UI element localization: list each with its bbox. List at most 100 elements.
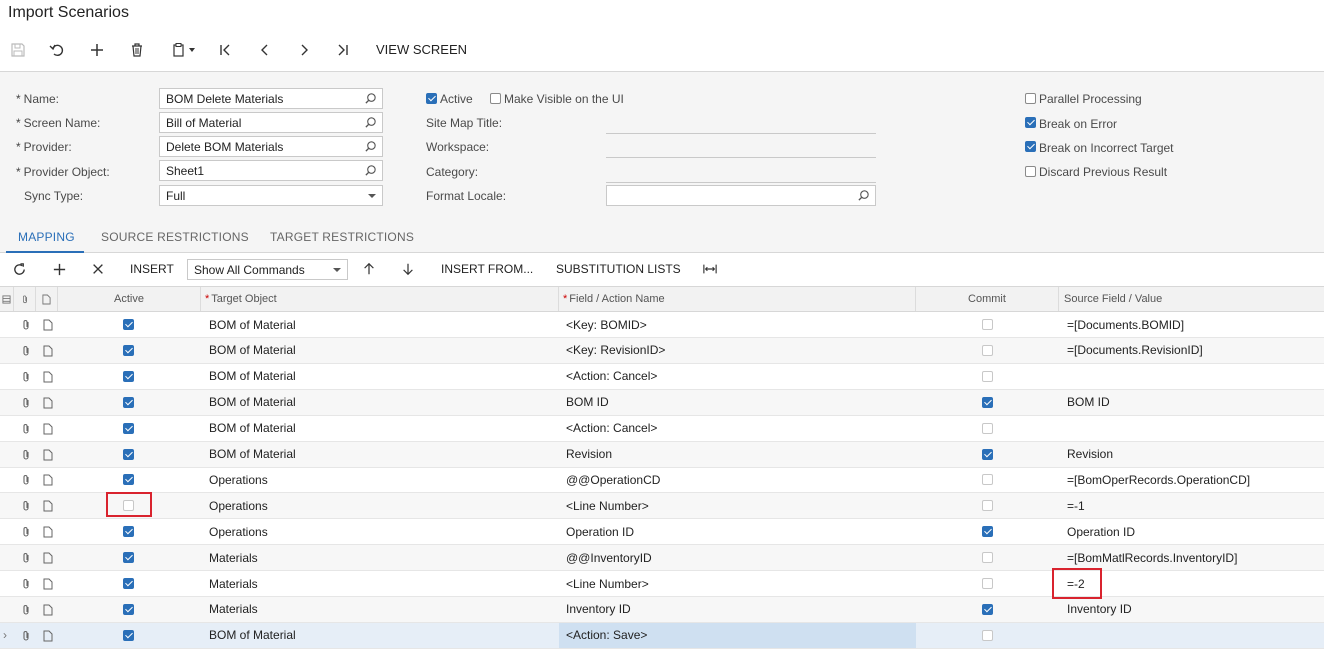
row-commit-checkbox[interactable] <box>982 474 993 486</box>
attachment-icon[interactable] <box>21 474 31 486</box>
row-target-object[interactable]: Operations <box>209 467 554 492</box>
attachment-icon[interactable] <box>21 630 31 642</box>
table-row[interactable]: BOM of Material <Action: Cancel> <box>0 364 1324 390</box>
note-icon[interactable] <box>43 319 53 331</box>
row-field-action[interactable]: Inventory ID <box>559 597 916 622</box>
note-icon[interactable] <box>43 449 53 461</box>
add-icon[interactable] <box>88 36 106 64</box>
workspace-field[interactable] <box>606 157 876 158</box>
note-icon[interactable] <box>43 397 53 409</box>
note-icon[interactable] <box>43 630 53 642</box>
provider-field[interactable]: Delete BOM Materials <box>159 136 383 157</box>
search-icon[interactable] <box>364 164 377 177</box>
attachment-icon[interactable] <box>21 397 31 409</box>
row-active-checkbox[interactable] <box>123 370 134 382</box>
column-field-action[interactable]: * Field / Action Name <box>559 287 916 311</box>
note-icon[interactable] <box>43 552 53 564</box>
break-on-incorrect-target-checkbox[interactable] <box>1025 141 1036 152</box>
row-source-value[interactable]: =-1 <box>1067 493 1322 518</box>
row-target-object[interactable]: Materials <box>209 571 554 596</box>
note-icon[interactable] <box>43 371 53 383</box>
row-source-value[interactable]: Inventory ID <box>1067 597 1322 622</box>
table-row[interactable]: BOM of Material <Action: Cancel> <box>0 416 1324 442</box>
note-icon[interactable] <box>43 474 53 486</box>
undo-icon[interactable] <box>48 36 66 64</box>
table-row[interactable]: Materials Inventory ID Inventory ID <box>0 596 1324 623</box>
column-target-object[interactable]: * Target Object <box>201 287 559 311</box>
add-row-icon[interactable] <box>50 260 68 278</box>
tab-source-restrictions[interactable]: SOURCE RESTRICTIONS <box>101 230 249 244</box>
row-target-object[interactable]: Operations <box>209 519 554 544</box>
row-active-checkbox[interactable] <box>123 474 134 486</box>
attachment-icon[interactable] <box>21 552 31 564</box>
search-icon[interactable] <box>857 189 870 202</box>
row-active-checkbox[interactable] <box>123 629 134 641</box>
column-active[interactable]: Active <box>58 287 201 311</box>
tab-mapping[interactable]: MAPPING <box>18 230 75 244</box>
name-field[interactable]: BOM Delete Materials <box>159 88 383 109</box>
row-commit-checkbox[interactable] <box>982 629 993 641</box>
first-record-icon[interactable] <box>216 36 234 64</box>
table-row[interactable]: Materials @@InventoryID =[BomMatlRecords.I… <box>0 545 1324 572</box>
settings-icon[interactable] <box>0 287 14 311</box>
row-commit-checkbox[interactable] <box>982 370 993 382</box>
attachment-icon[interactable] <box>21 604 31 616</box>
row-field-action[interactable]: @@OperationCD <box>559 467 916 492</box>
delete-icon[interactable] <box>128 36 146 64</box>
substitution-lists-button[interactable]: SUBSTITUTION LISTS <box>556 262 681 276</box>
insert-from-button[interactable]: INSERT FROM... <box>441 262 533 276</box>
row-active-checkbox[interactable] <box>123 448 134 460</box>
row-commit-checkbox[interactable] <box>982 396 993 408</box>
note-icon[interactable] <box>43 604 53 616</box>
last-record-icon[interactable] <box>334 36 352 64</box>
row-target-object[interactable]: Materials <box>209 545 554 570</box>
row-active-checkbox[interactable] <box>123 552 134 564</box>
delete-row-icon[interactable] <box>89 260 107 278</box>
row-field-action[interactable]: Operation ID <box>559 519 916 544</box>
row-commit-checkbox[interactable] <box>982 344 993 356</box>
row-active-checkbox[interactable] <box>123 603 134 615</box>
attachment-icon[interactable] <box>21 319 31 331</box>
row-active-checkbox[interactable] <box>123 344 134 356</box>
screen-name-field[interactable]: Bill of Material <box>159 112 383 133</box>
table-row[interactable]: BOM of Material Revision Revision <box>0 441 1324 468</box>
attachment-icon[interactable] <box>21 449 31 461</box>
row-field-action[interactable]: <Key: BOMID> <box>559 312 916 337</box>
attachment-icon[interactable] <box>21 423 31 435</box>
active-checkbox[interactable] <box>426 93 437 104</box>
prev-record-icon[interactable] <box>256 36 274 64</box>
note-icon[interactable] <box>43 423 53 435</box>
row-target-object[interactable]: BOM of Material <box>209 442 554 467</box>
row-target-object[interactable]: Operations <box>209 493 554 518</box>
table-row[interactable]: Operations @@OperationCD =[BomOperRecords.… <box>0 467 1324 494</box>
note-icon[interactable] <box>43 526 53 538</box>
save-icon[interactable] <box>9 36 27 64</box>
row-commit-checkbox[interactable] <box>982 500 993 512</box>
note-icon[interactable] <box>43 578 53 590</box>
row-source-value[interactable]: =[BomOperRecords.OperationCD] <box>1067 467 1322 492</box>
row-source-value[interactable]: =[Documents.RevisionID] <box>1067 338 1322 363</box>
next-record-icon[interactable] <box>295 36 313 64</box>
row-active-checkbox[interactable] <box>123 578 134 589</box>
row-active-checkbox[interactable] <box>123 396 134 408</box>
attachment-icon[interactable] <box>21 500 31 512</box>
row-commit-checkbox[interactable] <box>982 578 993 589</box>
move-down-icon[interactable] <box>400 260 416 278</box>
row-field-action[interactable]: Revision <box>559 442 916 467</box>
row-field-action[interactable]: <Action: Cancel> <box>559 416 916 441</box>
make-visible-checkbox[interactable] <box>490 93 501 104</box>
table-row[interactable]: BOM of Material BOM ID BOM ID <box>0 389 1324 416</box>
row-active-checkbox[interactable] <box>123 319 134 330</box>
table-row[interactable]: BOM of Material <Key: BOMID> =[Documents.B… <box>0 312 1324 338</box>
format-locale-field[interactable] <box>606 185 876 206</box>
table-row[interactable]: Operations Operation ID Operation ID <box>0 519 1324 546</box>
row-source-value[interactable]: BOM ID <box>1067 390 1322 415</box>
row-target-object[interactable]: Materials <box>209 597 554 622</box>
attachment-icon[interactable] <box>21 578 31 590</box>
row-target-object[interactable]: BOM of Material <box>209 390 554 415</box>
search-icon[interactable] <box>364 92 377 105</box>
row-source-value[interactable]: =-2 <box>1067 571 1322 596</box>
attachment-icon[interactable] <box>21 345 31 357</box>
search-icon[interactable] <box>364 140 377 153</box>
break-on-error-checkbox[interactable] <box>1025 117 1036 128</box>
